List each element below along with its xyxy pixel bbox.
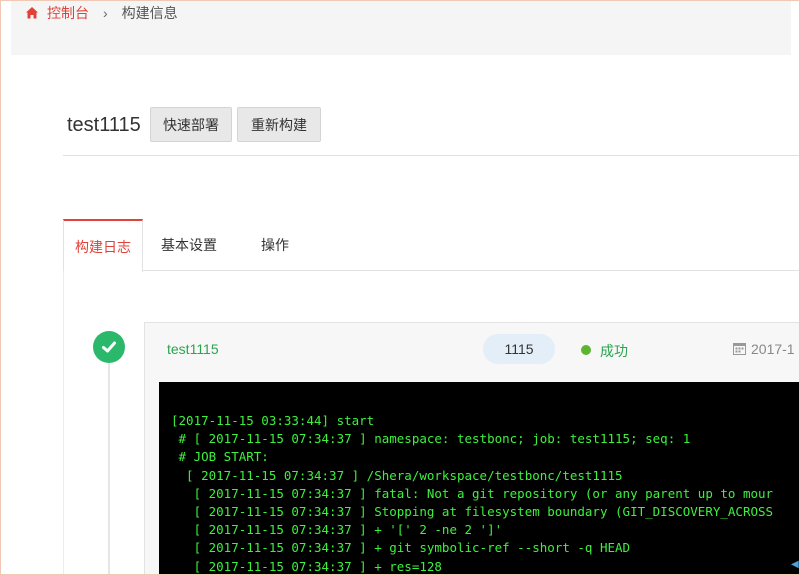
calendar-icon bbox=[733, 343, 746, 355]
arrow-left-icon: ◀ bbox=[791, 559, 799, 570]
breadcrumb-bar: 控制台 › 构建信息 bbox=[11, 1, 791, 55]
divider bbox=[63, 155, 799, 156]
panel-border bbox=[63, 271, 64, 574]
console-line: # [ 2017-11-15 07:34:37 ] namespace: tes… bbox=[171, 431, 691, 447]
tab-build-log[interactable]: 构建日志 bbox=[63, 219, 143, 272]
build-name-link[interactable]: test1115 bbox=[167, 341, 219, 357]
breadcrumb-home-link[interactable]: 控制台 bbox=[47, 3, 89, 23]
page-title: test1115 bbox=[67, 114, 141, 136]
breadcrumb-current: 构建信息 bbox=[121, 5, 178, 21]
rebuild-button[interactable]: 重新构建 bbox=[237, 107, 321, 142]
console-lines: [2017-11-15 03:33:44] start # [ 2017-11-… bbox=[171, 412, 774, 574]
console-line: [2017-11-15 03:33:44] start bbox=[171, 413, 375, 428]
console-line: [ 2017-11-15 07:34:37 ] Stopping at file… bbox=[171, 504, 774, 520]
console-line: [ 2017-11-15 07:34:37 ] + '[' 2 -ne 2 ']… bbox=[171, 522, 503, 538]
tab-basic-settings[interactable]: 基本设置 bbox=[143, 219, 235, 271]
tab-bar: 构建日志 基本设置 操作 bbox=[63, 219, 799, 272]
console-line: [ 2017-11-15 07:34:37 ] + git symbolic-r… bbox=[171, 540, 631, 556]
quick-deploy-button[interactable]: 快速部署 bbox=[150, 107, 232, 142]
build-date: 2017-1 bbox=[751, 341, 795, 357]
home-icon[interactable] bbox=[25, 6, 39, 20]
build-status: 成功 bbox=[600, 344, 628, 360]
check-icon bbox=[93, 331, 125, 363]
tab-operations[interactable]: 操作 bbox=[235, 219, 315, 271]
console-output[interactable]: [2017-11-15 03:33:44] start # [ 2017-11-… bbox=[159, 382, 799, 574]
console-line: [ 2017-11-15 07:34:37 ] fatal: Not a git… bbox=[171, 485, 774, 501]
timeline-line bbox=[108, 361, 110, 574]
build-seq-badge: 1115 bbox=[483, 334, 555, 364]
console-line: # JOB START: bbox=[171, 449, 269, 465]
chevron-right-icon: › bbox=[103, 5, 108, 21]
status-dot bbox=[581, 345, 591, 355]
breadcrumb: 控制台 › 构建信息 bbox=[25, 3, 178, 23]
page: 控制台 › 构建信息 test1115 快速部署 重新构建 构建日志 基本设置 … bbox=[0, 0, 800, 575]
console-line: [ 2017-11-15 07:34:37 ] /Shera/workspace… bbox=[171, 467, 623, 483]
console-line: [ 2017-11-15 07:34:37 ] + res=128 bbox=[171, 558, 442, 574]
